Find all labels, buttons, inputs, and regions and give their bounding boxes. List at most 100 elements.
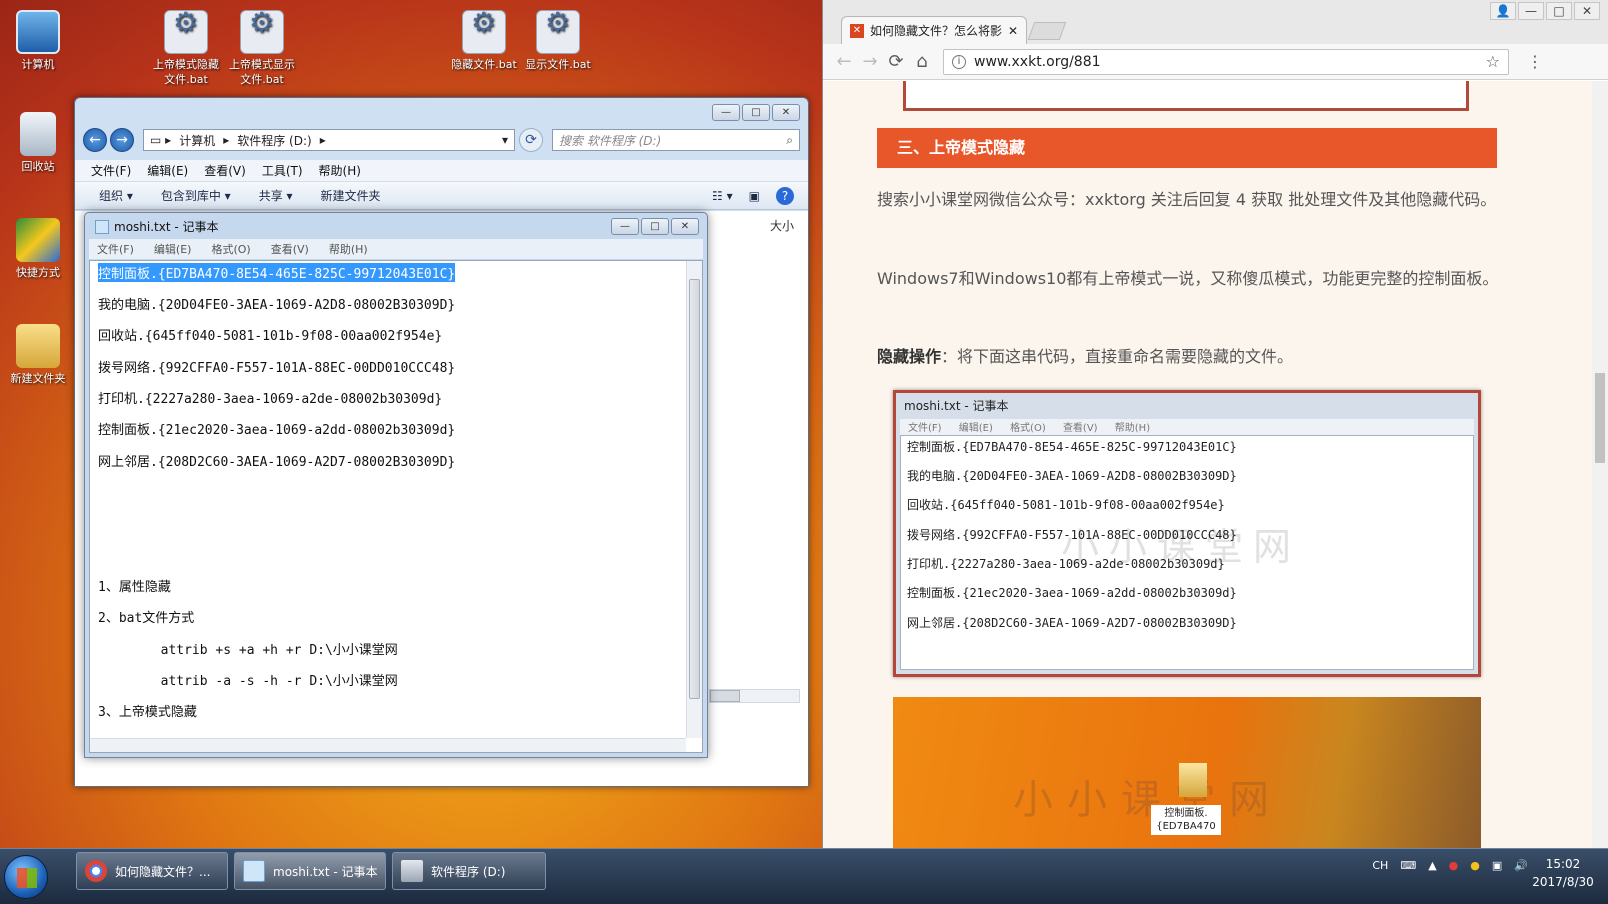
- start-button[interactable]: [4, 855, 48, 899]
- menu-edit[interactable]: 编辑(E): [154, 241, 192, 257]
- address-bar[interactable]: ▭ ▸ 计算机 ▸ 软件程序 (D:) ▸ ▾: [143, 129, 515, 151]
- view-options-icon[interactable]: ☷ ▾: [712, 189, 733, 203]
- batch-file-icon: [164, 10, 208, 54]
- close-button[interactable]: ✕: [772, 104, 800, 121]
- text-line[interactable]: 打印机.{2227a280-3aea-1069-a2de-08002b30309…: [98, 388, 442, 407]
- desktop-icon-label: 回收站: [21, 160, 55, 173]
- close-button[interactable]: ✕: [1574, 2, 1600, 20]
- text-line[interactable]: 1、属性隐藏: [98, 576, 171, 595]
- folder-icon: [16, 324, 60, 368]
- desktop-icon-computer[interactable]: 计算机: [0, 10, 76, 72]
- desktop-icon-shortcut[interactable]: 快捷方式: [0, 218, 76, 280]
- search-icon[interactable]: ⌕: [786, 133, 793, 148]
- menu-format[interactable]: 格式(O): [211, 241, 250, 257]
- maximize-button[interactable]: □: [742, 104, 770, 121]
- minimize-button[interactable]: —: [712, 104, 740, 121]
- browser-title-bar: ✕ 如何隐藏文件？怎么将影 ✕ 👤 — □ ✕: [823, 0, 1608, 44]
- desktop-icon-show-bat[interactable]: 显示文件.bat: [520, 10, 596, 72]
- input-method-icon[interactable]: ⌨: [1400, 859, 1416, 872]
- menu-dots-icon[interactable]: ⋮: [1527, 52, 1543, 71]
- menu-tools[interactable]: 工具(T): [262, 162, 303, 179]
- text-line[interactable]: attrib -a -s -h -r D:\小小课堂网: [98, 670, 398, 689]
- text-line[interactable]: 拨号网络.{992CFFA0-F557-101A-88EC-00DD010CCC…: [98, 357, 455, 376]
- screenshot-line: 我的电脑.{20D04FE0-3AEA-1069-A2D8-08002B3030…: [907, 469, 1237, 483]
- taskbar-item-explorer[interactable]: 软件程序 (D:): [392, 852, 546, 890]
- refresh-icon[interactable]: ⟳: [519, 128, 543, 152]
- scroll-thumb[interactable]: [1595, 373, 1605, 463]
- volume-icon[interactable]: 🔊: [1514, 859, 1528, 872]
- organize-button[interactable]: 组织 ▾: [99, 187, 133, 204]
- chevron-right-icon: ▸: [223, 133, 230, 147]
- desktop-icon-new-folder[interactable]: 新建文件夹: [0, 324, 76, 386]
- text-line[interactable]: 2、bat文件方式: [98, 607, 194, 626]
- url-bar[interactable]: i www.xxkt.org/881 ☆: [943, 48, 1509, 75]
- menu-view[interactable]: 查看(V): [271, 241, 309, 257]
- antivirus-icon[interactable]: ●: [1449, 859, 1459, 872]
- menu-help[interactable]: 帮助(H): [319, 162, 361, 179]
- minimize-button[interactable]: —: [611, 218, 639, 235]
- scroll-thumb[interactable]: [710, 690, 740, 702]
- home-icon[interactable]: ⌂: [909, 51, 935, 72]
- show-hidden-icons[interactable]: ▲: [1428, 859, 1436, 872]
- desktop-icon-hide-bat[interactable]: 隐藏文件.bat: [446, 10, 522, 72]
- text-line[interactable]: 网上邻居.{208D2C60-3AEA-1069-A2D7-08002B3030…: [98, 451, 455, 470]
- column-header-size[interactable]: 大小: [770, 217, 794, 234]
- chevron-down-icon[interactable]: ▾: [502, 133, 508, 147]
- reload-icon[interactable]: ⟳: [883, 51, 909, 72]
- browser-tab-active[interactable]: ✕ 如何隐藏文件？怎么将影 ✕: [841, 16, 1027, 44]
- forward-arrow-icon[interactable]: →: [857, 51, 883, 72]
- notepad-text-area[interactable]: 控制面板.{ED7BA470-8E54-465E-825C-99712043E0…: [89, 260, 703, 753]
- menu-file[interactable]: 文件(F): [91, 162, 131, 179]
- back-arrow-icon[interactable]: ←: [831, 51, 857, 72]
- screenshot-menu-item: 编辑(E): [958, 423, 993, 434]
- help-icon[interactable]: ?: [776, 186, 794, 205]
- network-icon[interactable]: ▣: [1492, 859, 1502, 872]
- bookmark-star-icon[interactable]: ☆: [1486, 52, 1500, 71]
- site-info-icon[interactable]: i: [952, 54, 966, 69]
- maximize-button[interactable]: □: [1546, 2, 1572, 20]
- text-line[interactable]: 我的电脑.{20D04FE0-3AEA-1069-A2D8-08002B3030…: [98, 294, 455, 313]
- desktop-icon-recycle-bin[interactable]: 回收站: [0, 112, 76, 174]
- menu-edit[interactable]: 编辑(E): [147, 162, 188, 179]
- close-tab-icon[interactable]: ✕: [1008, 24, 1018, 38]
- maximize-button[interactable]: □: [641, 218, 669, 235]
- explorer-horizontal-scrollbar[interactable]: [709, 689, 800, 703]
- menu-file[interactable]: 文件(F): [97, 241, 134, 257]
- security-icon[interactable]: ●: [1470, 859, 1480, 872]
- new-folder-button[interactable]: 新建文件夹: [321, 187, 381, 204]
- back-arrow-icon[interactable]: ←: [83, 128, 107, 152]
- desktop-icon-label: 显示文件.bat: [525, 58, 591, 71]
- taskbar-item-notepad[interactable]: moshi.txt - 记事本: [234, 852, 386, 890]
- text-line[interactable]: 3、上帝模式隐藏: [98, 701, 197, 720]
- desktop-icon-god-hide-bat[interactable]: 上帝模式隐藏文件.bat: [148, 10, 224, 87]
- browser-vertical-scrollbar[interactable]: [1592, 81, 1608, 848]
- notepad-icon: [243, 860, 265, 882]
- text-line[interactable]: attrib +s +a +h +r D:\小小课堂网: [98, 639, 398, 658]
- explorer-search-input[interactable]: 搜索 软件程序 (D:) ⌕: [552, 129, 800, 151]
- browser-window: ✕ 如何隐藏文件？怎么将影 ✕ 👤 — □ ✕ ← → ⟳ ⌂ i www.xx…: [822, 0, 1608, 848]
- screenshot-line: 网上邻居.{208D2C60-3AEA-1069-A2D7-08002B3030…: [907, 616, 1237, 630]
- menu-view[interactable]: 查看(V): [204, 162, 246, 179]
- breadcrumb-drive-d[interactable]: 软件程序 (D:): [237, 132, 311, 149]
- forward-arrow-icon[interactable]: →: [110, 128, 134, 152]
- new-tab-button[interactable]: [1027, 22, 1067, 40]
- scroll-thumb[interactable]: [689, 279, 700, 699]
- desktop-icon-god-show-bat[interactable]: 上帝模式显示文件.bat: [224, 10, 300, 87]
- minimize-button[interactable]: —: [1518, 2, 1544, 20]
- breadcrumb-computer[interactable]: 计算机: [179, 132, 215, 149]
- text-line[interactable]: 控制面板.{21ec2020-3aea-1069-a2dd-08002b3030…: [98, 419, 455, 438]
- share-button[interactable]: 共享 ▾: [259, 187, 293, 204]
- text-line-selected[interactable]: 控制面板.{ED7BA470-8E54-465E-825C-99712043E0…: [98, 263, 456, 282]
- close-button[interactable]: ✕: [671, 218, 699, 235]
- menu-help[interactable]: 帮助(H): [329, 241, 368, 257]
- include-in-library-button[interactable]: 包含到库中 ▾: [161, 187, 231, 204]
- profile-icon[interactable]: 👤: [1490, 2, 1516, 20]
- notepad-vertical-scrollbar[interactable]: [686, 261, 702, 738]
- system-clock[interactable]: 15:02 2017/8/30: [1530, 855, 1596, 891]
- language-indicator[interactable]: CH: [1372, 859, 1388, 872]
- notepad-horizontal-scrollbar[interactable]: [90, 738, 686, 752]
- text-line[interactable]: 回收站.{645ff040-5081-101b-9f08-00aa002f954…: [98, 325, 442, 344]
- taskbar-item-chrome[interactable]: 如何隐藏文件？...: [76, 852, 228, 890]
- screenshot-title: moshi.txt - 记事本: [904, 399, 1009, 413]
- preview-pane-icon[interactable]: ▣: [749, 189, 760, 203]
